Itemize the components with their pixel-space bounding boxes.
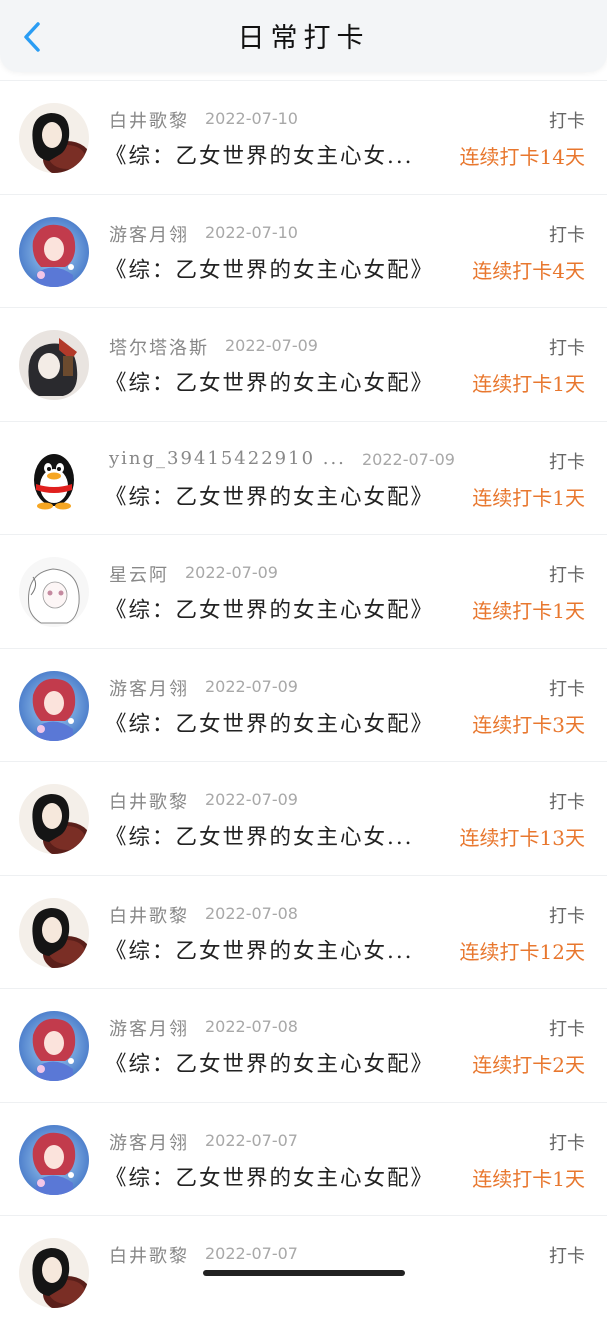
user-name[interactable]: 星云阿 <box>109 561 169 587</box>
user-name[interactable]: 游客月翎 <box>109 675 189 701</box>
home-indicator <box>203 1270 405 1276</box>
avatar[interactable] <box>19 1124 89 1195</box>
book-title[interactable]: 《综：乙女世界的女主心女配》 <box>105 366 434 397</box>
checkin-row[interactable]: 游客月翎 2022-07-08 打卡《综：乙女世界的女主心女配》 连续打卡2天 <box>0 988 607 1103</box>
streak-count: 连续打卡1天 <box>472 599 585 623</box>
checkin-row[interactable]: 白井歌黎 2022-07-10 打卡《综：乙女世界的女主心女... 连续打卡14天 <box>0 80 607 195</box>
streak-count: 连续打卡12天 <box>459 939 585 964</box>
checkin-label: 打卡 <box>549 1132 585 1154</box>
user-name[interactable]: 塔尔塔洛斯 <box>109 334 209 360</box>
checkin-label: 打卡 <box>549 224 585 246</box>
streak-count: 连续打卡1天 <box>472 485 585 510</box>
checkin-label: 打卡 <box>549 565 585 586</box>
avatar[interactable] <box>19 216 89 287</box>
book-title[interactable]: 《综：乙女世界的女主心女... <box>105 934 414 965</box>
checkin-date: 2022-07-09 <box>185 563 278 582</box>
streak-count: 连续打卡1天 <box>472 1166 585 1191</box>
user-name[interactable]: 白井歌黎 <box>109 902 189 928</box>
book-title[interactable]: 《综：乙女世界的女主心女配》 <box>105 593 434 624</box>
checkin-label: 打卡 <box>549 1246 585 1267</box>
checkin-row[interactable]: 游客月翎 2022-07-10 打卡《综：乙女世界的女主心女配》 连续打卡4天 <box>0 193 607 309</box>
checkin-label: 打卡 <box>549 111 585 132</box>
book-title[interactable]: 《综：乙女世界的女主心女配》 <box>105 253 434 284</box>
streak-count: 连续打卡2天 <box>472 1053 585 1077</box>
book-title[interactable]: 《综：乙女世界的女主心女配》 <box>105 707 434 738</box>
user-name[interactable]: 游客月翎 <box>109 1129 189 1155</box>
streak-count: 连续打卡14天 <box>459 145 585 169</box>
checkin-label: 打卡 <box>549 1019 585 1040</box>
checkin-date: 2022-07-09 <box>205 790 298 809</box>
avatar[interactable] <box>19 557 89 627</box>
user-name[interactable]: 游客月翎 <box>109 1015 189 1041</box>
book-title[interactable]: 《综：乙女世界的女主心女配》 <box>105 1047 434 1078</box>
checkin-date: 2022-07-10 <box>205 222 298 242</box>
avatar[interactable] <box>19 784 89 854</box>
checkin-date: 2022-07-07 <box>205 1244 298 1263</box>
avatar[interactable] <box>19 1238 89 1308</box>
user-name[interactable]: 白井歌黎 <box>109 1242 189 1268</box>
streak-count: 连续打卡1天 <box>472 372 585 396</box>
checkin-label: 打卡 <box>549 451 585 473</box>
checkin-date: 2022-07-09 <box>225 336 318 355</box>
user-name[interactable]: 白井歌黎 <box>109 107 189 133</box>
avatar[interactable] <box>19 443 89 514</box>
checkin-date: 2022-07-08 <box>205 903 298 923</box>
checkin-date: 2022-07-09 <box>362 449 455 469</box>
book-title[interactable]: 《综：乙女世界的女主心女配》 <box>105 480 434 511</box>
checkin-label: 打卡 <box>549 792 585 813</box>
checkin-row[interactable]: 塔尔塔洛斯 2022-07-09 打卡《综：乙女世界的女主心女配》 连续打卡1天 <box>0 307 607 422</box>
book-title[interactable]: 《综：乙女世界的女主心女... <box>105 820 414 851</box>
streak-count: 连续打卡13天 <box>459 826 585 850</box>
checkin-row[interactable]: 星云阿 2022-07-09 打卡《综：乙女世界的女主心女配》 连续打卡1天 <box>0 534 607 649</box>
checkin-row[interactable]: 游客月翎 2022-07-09 打卡《综：乙女世界的女主心女配》 连续打卡3天 <box>0 647 607 763</box>
avatar[interactable] <box>19 897 89 968</box>
checkin-date: 2022-07-07 <box>205 1130 298 1150</box>
book-title[interactable]: 《综：乙女世界的女主心女配》 <box>105 1161 434 1192</box>
checkin-label: 打卡 <box>549 678 585 700</box>
streak-count: 连续打卡4天 <box>472 258 585 283</box>
avatar[interactable] <box>19 103 89 173</box>
checkin-row[interactable]: 白井歌黎 2022-07-08 打卡《综：乙女世界的女主心女... 连续打卡12天 <box>0 874 607 990</box>
checkin-date: 2022-07-08 <box>205 1017 298 1036</box>
top-bar: 日常打卡 <box>0 0 607 72</box>
checkin-row[interactable]: ying_39415422910 ... 2022-07-09 打卡《综：乙女世界的… <box>0 420 607 536</box>
avatar[interactable] <box>19 330 89 400</box>
avatar[interactable] <box>19 670 89 741</box>
page-title: 日常打卡 <box>237 23 370 54</box>
book-title[interactable]: 《综：乙女世界的女主心女... <box>105 139 414 170</box>
checkin-label: 打卡 <box>549 338 585 359</box>
streak-count: 连续打卡3天 <box>472 712 585 737</box>
checkin-row[interactable]: 白井歌黎 2022-07-09 打卡《综：乙女世界的女主心女... 连续打卡13天 <box>0 761 607 876</box>
user-name[interactable]: 白井歌黎 <box>109 788 189 814</box>
checkin-date: 2022-07-10 <box>205 109 298 128</box>
avatar[interactable] <box>19 1011 89 1081</box>
checkin-row[interactable]: 游客月翎 2022-07-07 打卡《综：乙女世界的女主心女配》 连续打卡1天 <box>0 1101 607 1217</box>
user-name[interactable]: 游客月翎 <box>109 221 189 247</box>
user-name[interactable]: ying_39415422910 ... <box>109 448 346 469</box>
checkin-label: 打卡 <box>549 905 585 927</box>
checkin-date: 2022-07-09 <box>205 676 298 696</box>
